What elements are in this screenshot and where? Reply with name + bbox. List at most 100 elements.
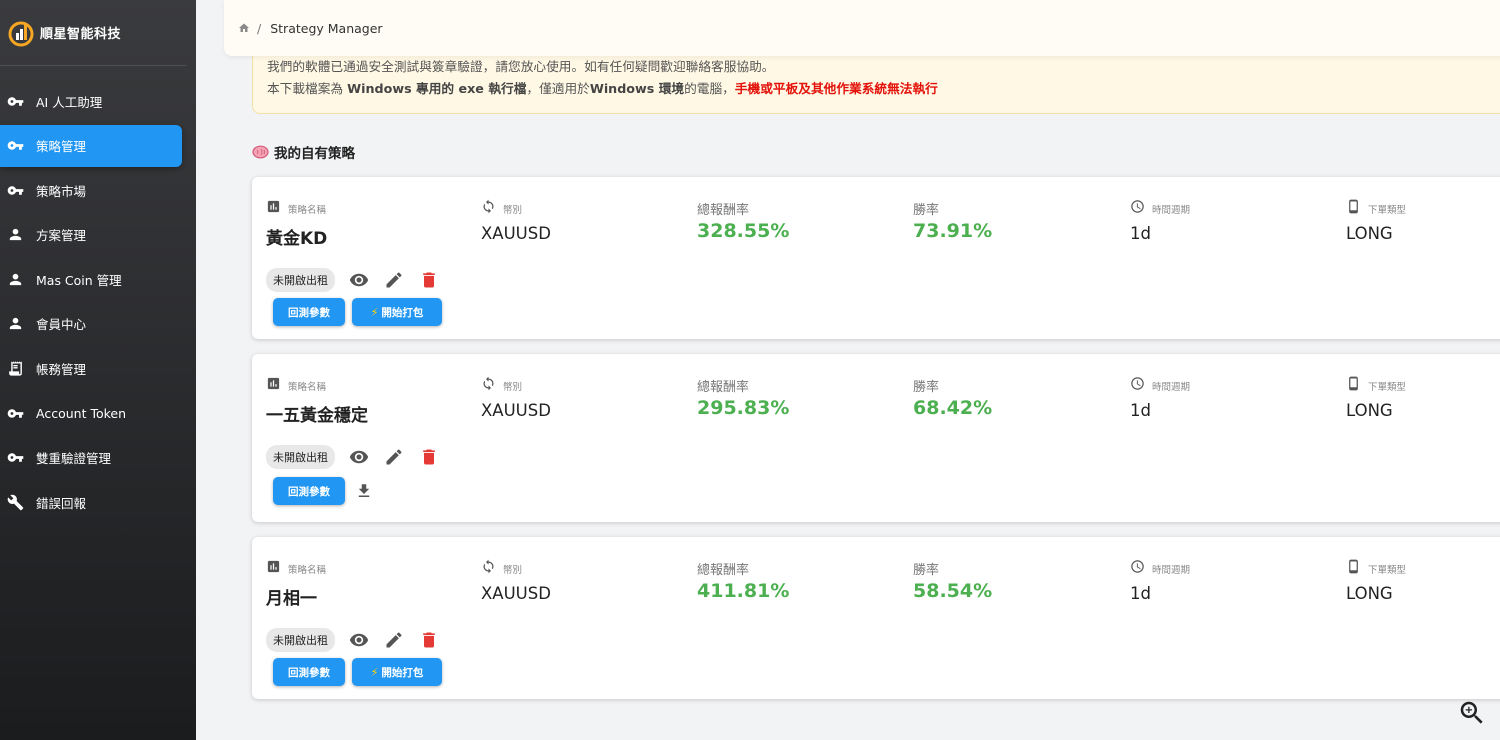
zoom-in-icon[interactable] <box>1457 698 1487 728</box>
period-label: 時間週期 <box>1152 565 1191 576</box>
view-icon[interactable] <box>348 629 370 651</box>
sidebar: 順星智能科技 AI 人工助理 策略管理 策略市場 方案管理 Mas Coin 管… <box>0 0 196 740</box>
strategy-name-column: 策略名稱 一五黃金穩定 <box>266 371 368 426</box>
strategy-buttons: 回測參數 ⚡ 開始打包 <box>273 658 449 686</box>
symbol-value: XAUUSD <box>481 401 551 420</box>
mobile-phone-icon <box>1346 199 1361 214</box>
edit-icon[interactable] <box>383 629 405 651</box>
edit-icon[interactable] <box>383 269 405 291</box>
breadcrumb-current: Strategy Manager <box>270 20 383 36</box>
currency-exchange-icon <box>481 376 496 391</box>
winrate-label: 勝率 <box>913 562 940 578</box>
backtest-button[interactable]: 回測參數 <box>273 298 345 326</box>
winrate-column: 勝率 73.91% <box>913 194 993 243</box>
notice-bold-text: Windows 環境 <box>589 81 685 96</box>
sidebar-item-ai-assistant[interactable]: AI 人工助理 <box>0 80 182 122</box>
order-type-column: 下單類型 LONG <box>1346 554 1406 603</box>
symbol-label: 幣別 <box>503 382 523 393</box>
strategy-buttons: 回測參數 ⚡ 開始打包 <box>273 298 449 326</box>
symbol-value: XAUUSD <box>481 584 551 603</box>
strategy-name-label: 策略名稱 <box>288 205 327 216</box>
delete-icon[interactable] <box>418 446 440 468</box>
order-type-column: 下單類型 LONG <box>1346 194 1406 243</box>
winrate-label: 勝率 <box>913 202 940 218</box>
return-value: 411.81% <box>697 580 790 602</box>
clock-icon <box>1130 559 1145 574</box>
currency-exchange-icon <box>481 199 496 214</box>
view-icon[interactable] <box>348 446 370 468</box>
rent-status-chip[interactable]: 未開啟出租 <box>266 445 335 469</box>
period-column: 時間週期 1d <box>1130 194 1190 243</box>
strategy-name-column: 策略名稱 月相一 <box>266 554 326 609</box>
sidebar-item-account-token[interactable]: Account Token <box>0 392 182 434</box>
delete-icon[interactable] <box>418 629 440 651</box>
return-value: 328.55% <box>697 220 790 242</box>
sidebar-item-label: 會員中心 <box>36 317 87 333</box>
strategy-buttons: 回測參數 <box>273 477 373 505</box>
mobile-phone-icon <box>1346 559 1361 574</box>
sidebar-item-two-factor[interactable]: 雙重驗證管理 <box>0 437 182 479</box>
period-value: 1d <box>1130 584 1151 603</box>
order-type-label: 下單類型 <box>1368 382 1407 393</box>
package-button[interactable]: ⚡ 開始打包 <box>352 298 442 326</box>
person-icon <box>6 270 24 288</box>
notice-line-2: 本下載檔案為 Windows 專用的 exe 執行檔，僅適用於Windows 環… <box>267 78 1500 100</box>
brand-logo-icon <box>8 21 34 46</box>
rent-status-chip[interactable]: 未開啟出租 <box>266 628 335 652</box>
notice-line-1: 我們的軟體已通過安全測試與簽章驗證，請您放心使用。如有任何疑問歡迎聯絡客服協助。 <box>267 59 775 74</box>
sidebar-item-label: 方案管理 <box>36 228 87 244</box>
sidebar-item-plan-management[interactable]: 方案管理 <box>0 214 182 256</box>
view-icon[interactable] <box>348 269 370 291</box>
winrate-value: 58.54% <box>913 580 993 602</box>
sidebar-item-strategy-market[interactable]: 策略市場 <box>0 169 182 211</box>
notice-text: 的電腦， <box>684 81 735 96</box>
return-label: 總報酬率 <box>697 379 750 395</box>
brain-icon <box>252 145 269 159</box>
clock-icon <box>1130 199 1145 214</box>
strategy-card: 策略名稱 黃金KD 幣別 XAUUSD 總報酬率 328.55% 勝率 73.9… <box>252 177 1500 339</box>
strategy-name: 一五黃金穩定 <box>266 406 368 426</box>
strategy-actions: 未開啟出租 <box>266 268 440 292</box>
order-type-label: 下單類型 <box>1368 205 1407 216</box>
key-icon <box>6 181 24 199</box>
backtest-button[interactable]: 回測參數 <box>273 658 345 686</box>
notice-text: 本下載檔案為 <box>267 81 348 96</box>
sidebar-item-label: AI 人工助理 <box>36 94 103 110</box>
return-label: 總報酬率 <box>697 562 750 578</box>
sidebar-item-member-center[interactable]: 會員中心 <box>0 303 182 345</box>
return-column: 總報酬率 411.81% <box>697 554 790 603</box>
package-button[interactable]: ⚡ 開始打包 <box>352 658 442 686</box>
breadcrumb-separator: / <box>257 20 262 36</box>
symbol-label: 幣別 <box>503 565 523 576</box>
backtest-button[interactable]: 回測參數 <box>273 477 345 505</box>
person-icon <box>6 226 24 244</box>
notice-warning-text: 手機或平板及其他作業系統無法執行 <box>734 81 938 96</box>
sidebar-item-label: 策略管理 <box>36 139 87 155</box>
section-title: 我的自有策略 <box>252 142 355 162</box>
receipt-icon <box>6 360 24 378</box>
lightning-icon: ⚡ <box>370 305 379 319</box>
strategy-card: 策略名稱 一五黃金穩定 幣別 XAUUSD 總報酬率 295.83% 勝率 68… <box>252 354 1500 522</box>
rent-status-chip[interactable]: 未開啟出租 <box>266 268 335 292</box>
sidebar-item-error-report[interactable]: 錯誤回報 <box>0 481 182 523</box>
strategy-actions: 未開啟出租 <box>266 445 440 469</box>
sidebar-item-strategy-manager[interactable]: 策略管理 <box>0 124 182 167</box>
bar-chart-icon <box>266 559 281 574</box>
notice-bold-text: Windows 專用的 exe 執行檔 <box>347 81 527 96</box>
delete-icon[interactable] <box>418 269 440 291</box>
sidebar-item-label: Mas Coin 管理 <box>36 272 122 288</box>
notice-text: ，僅適用於 <box>526 81 590 96</box>
winrate-column: 勝率 58.54% <box>913 554 993 603</box>
key-icon <box>6 404 24 422</box>
download-icon[interactable] <box>355 482 373 500</box>
brand-name: 順星智能科技 <box>40 27 122 42</box>
period-column: 時間週期 1d <box>1130 554 1190 603</box>
sidebar-nav: AI 人工助理 策略管理 策略市場 方案管理 Mas Coin 管理 會員中心 … <box>0 80 196 523</box>
return-column: 總報酬率 295.83% <box>697 371 789 420</box>
brand[interactable]: 順星智能科技 <box>0 0 186 66</box>
sidebar-item-mas-coin[interactable]: Mas Coin 管理 <box>0 258 182 300</box>
winrate-value: 73.91% <box>913 220 993 242</box>
edit-icon[interactable] <box>383 446 405 468</box>
home-icon[interactable] <box>238 22 250 34</box>
sidebar-item-billing[interactable]: 帳務管理 <box>0 348 182 390</box>
